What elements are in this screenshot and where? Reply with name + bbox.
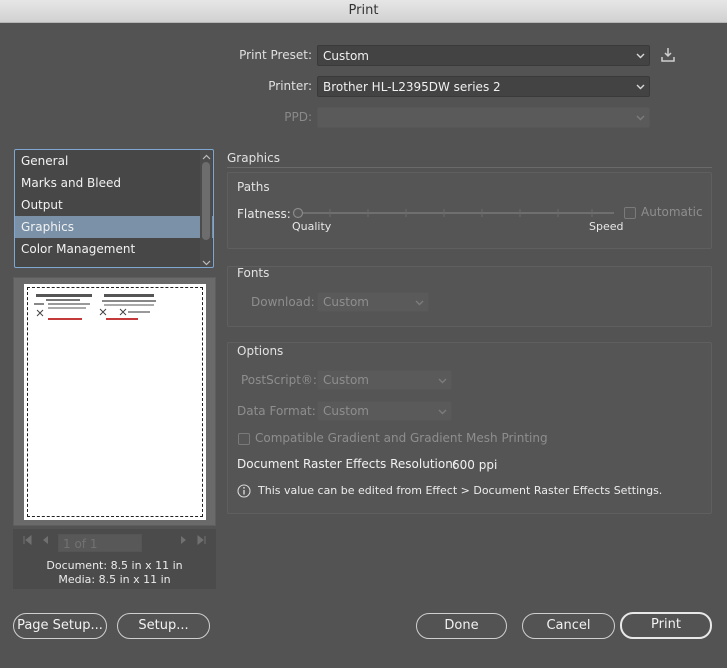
category-item-graphics[interactable]: Graphics — [15, 216, 213, 238]
last-page-icon[interactable] — [197, 534, 207, 548]
print-button[interactable]: Print — [620, 612, 712, 639]
panel-divider — [227, 167, 712, 168]
raster-resolution-label: Document Raster Effects Resolution: — [237, 457, 457, 471]
category-list[interactable]: General Marks and Bleed Output Graphics … — [14, 149, 214, 268]
chevron-down-icon — [437, 402, 447, 421]
ppd-select — [317, 107, 650, 128]
page-number-field[interactable]: 1 of 1 — [58, 534, 142, 552]
preview-navigation: 1 of 1 Document: 8.5 in x 11 in Media: 8… — [13, 529, 216, 589]
print-preset-label: Print Preset: — [239, 48, 312, 62]
printer-value: Brother HL-L2395DW series 2 — [323, 80, 501, 94]
flatness-slider[interactable] — [292, 206, 618, 220]
postscript-select: Custom — [317, 370, 452, 390]
previous-page-icon[interactable] — [41, 535, 49, 548]
category-item-general[interactable]: General — [15, 150, 213, 172]
done-button[interactable]: Done — [416, 613, 507, 639]
postscript-label: PostScript®: — [241, 373, 317, 387]
category-item-marks-and-bleed[interactable]: Marks and Bleed — [15, 172, 213, 194]
page-setup-button[interactable]: Page Setup... — [13, 613, 107, 639]
download-label: Download: — [251, 295, 315, 309]
chevron-down-icon — [635, 77, 645, 96]
info-text: This value can be edited from Effect > D… — [258, 484, 663, 497]
quality-label: Quality — [292, 220, 332, 233]
raster-resolution-value: 600 ppi — [452, 458, 498, 472]
download-value: Custom — [323, 295, 369, 309]
next-page-icon[interactable] — [180, 535, 188, 548]
download-select: Custom — [317, 292, 429, 312]
compatible-gradient-label: Compatible Gradient and Gradient Mesh Pr… — [255, 431, 548, 445]
cancel-button[interactable]: Cancel — [522, 613, 615, 639]
category-item-output[interactable]: Output — [15, 194, 213, 216]
scrollbar-thumb[interactable] — [202, 162, 210, 240]
category-scrollbar[interactable] — [200, 150, 212, 267]
chevron-down-icon[interactable] — [202, 256, 211, 267]
options-title: Options — [237, 344, 284, 358]
first-page-icon[interactable] — [22, 534, 32, 548]
speed-label: Speed — [589, 220, 624, 233]
printer-label: Printer: — [268, 79, 312, 93]
page-preview[interactable] — [13, 277, 216, 526]
ppd-label: PPD: — [284, 110, 312, 124]
chevron-down-icon — [635, 108, 645, 127]
automatic-label: Automatic — [641, 205, 703, 219]
data-format-value: Custom — [323, 404, 369, 418]
preview-page — [24, 284, 206, 520]
category-item-color-management[interactable]: Color Management — [15, 238, 213, 260]
data-format-select: Custom — [317, 401, 452, 421]
document-size-label: Document: 8.5 in x 11 in — [46, 559, 183, 572]
setup-button[interactable]: Setup... — [117, 613, 210, 639]
media-size-label: Media: 8.5 in x 11 in — [58, 573, 171, 586]
slider-thumb — [292, 207, 304, 219]
fonts-title: Fonts — [237, 266, 270, 280]
preview-artwork-thumbnail — [34, 294, 156, 320]
print-preset-select[interactable]: Custom — [317, 45, 650, 66]
print-preset-value: Custom — [323, 49, 369, 63]
printer-select[interactable]: Brother HL-L2395DW series 2 — [317, 76, 650, 97]
window-title: Print — [348, 3, 379, 18]
window-titlebar: Print — [0, 0, 727, 23]
paths-title: Paths — [237, 180, 270, 194]
panel-title: Graphics — [227, 151, 280, 165]
postscript-value: Custom — [323, 373, 369, 387]
data-format-label: Data Format: — [237, 404, 316, 418]
automatic-checkbox[interactable] — [624, 207, 636, 219]
chevron-down-icon — [414, 293, 424, 312]
chevron-down-icon — [437, 371, 447, 390]
save-preset-icon[interactable] — [660, 46, 676, 64]
compatible-gradient-checkbox — [238, 433, 250, 445]
chevron-down-icon — [635, 46, 645, 65]
info-icon — [237, 484, 251, 498]
flatness-label: Flatness: — [237, 207, 291, 221]
